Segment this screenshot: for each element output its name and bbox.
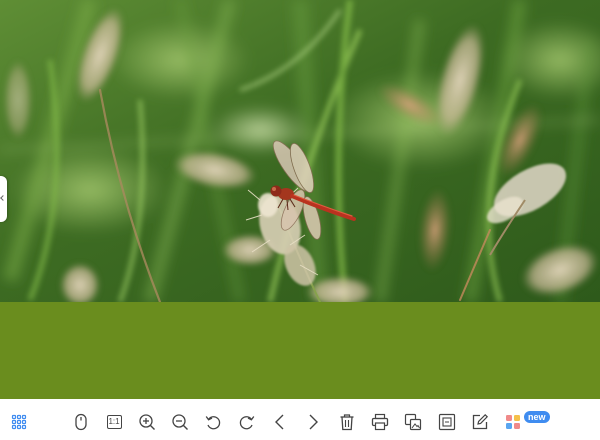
print-button[interactable] <box>370 412 390 432</box>
previous-button[interactable] <box>270 412 290 432</box>
edit-icon <box>472 413 489 430</box>
rotate-right-button[interactable] <box>237 412 257 432</box>
zoom-out-icon <box>172 414 188 430</box>
edit-button[interactable] <box>470 412 490 432</box>
delete-button[interactable] <box>337 412 357 432</box>
apps-icon <box>506 415 520 429</box>
image-viewer: 1:1 new <box>0 0 600 440</box>
resize-button[interactable] <box>437 412 457 432</box>
zoom-out-button[interactable] <box>170 412 190 432</box>
delete-icon <box>340 414 354 431</box>
sidebar-toggle-handle[interactable] <box>0 176 7 222</box>
more-apps-button[interactable] <box>503 412 523 432</box>
rotate-right-icon <box>239 416 255 430</box>
mouse-icon <box>75 413 87 431</box>
rotate-left-icon <box>205 416 221 430</box>
dragonfly-photo <box>0 0 600 302</box>
actual-size-icon: 1:1 <box>106 415 122 429</box>
next-button[interactable] <box>303 412 323 432</box>
zoom-in-button[interactable] <box>137 412 157 432</box>
thumbnails-button[interactable] <box>9 412 29 432</box>
next-icon <box>309 414 318 430</box>
previous-icon <box>275 414 284 430</box>
rotate-left-button[interactable] <box>203 412 223 432</box>
image-fill-area <box>0 302 600 399</box>
mouse-mode-button[interactable] <box>71 412 91 432</box>
resize-icon <box>438 413 456 431</box>
photo-canvas[interactable] <box>0 0 600 302</box>
copy-image-icon <box>404 413 422 431</box>
copy-image-button[interactable] <box>403 412 423 432</box>
viewer-toolbar: 1:1 <box>0 399 600 440</box>
zoom-in-icon <box>139 414 155 430</box>
new-badge: new <box>524 411 550 423</box>
grid-icon <box>11 414 27 430</box>
print-icon <box>371 413 389 431</box>
actual-size-label: 1:1 <box>108 417 120 426</box>
actual-size-button[interactable]: 1:1 <box>104 412 124 432</box>
